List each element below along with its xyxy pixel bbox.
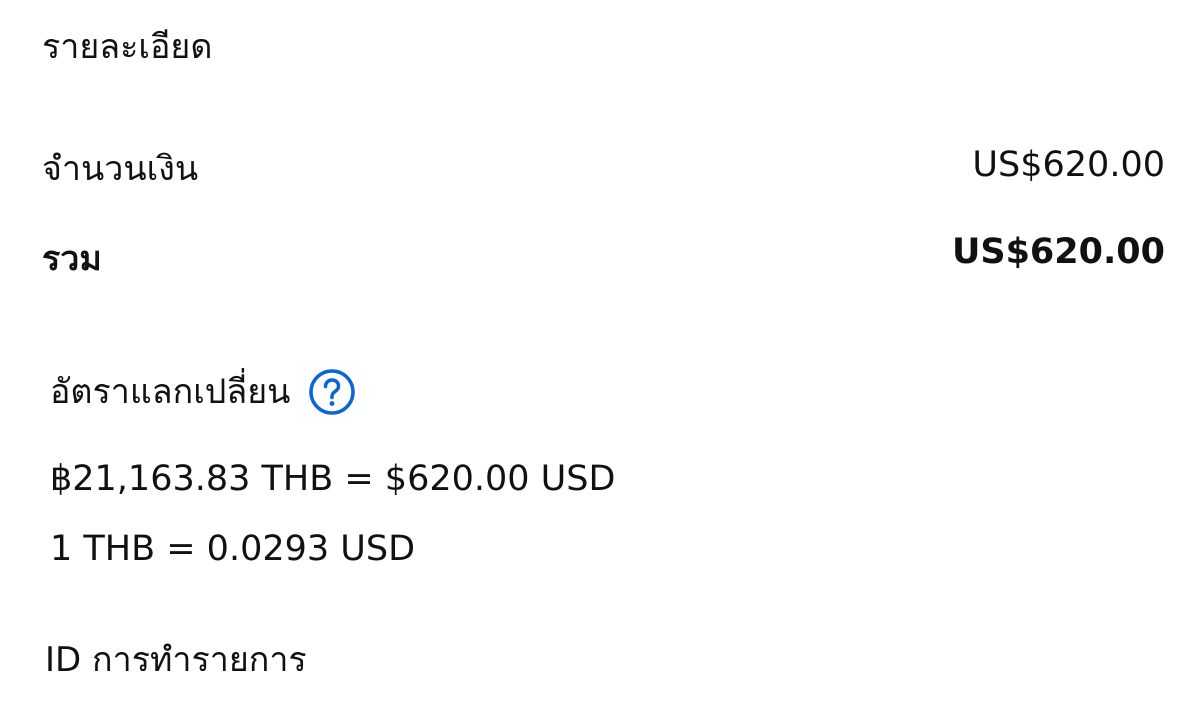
exchange-rate-heading: อัตราแลกเปลี่ยน: [50, 368, 356, 416]
amount-value: US$620.00: [972, 145, 1165, 185]
transaction-id-label: ID การทำรายการ: [45, 640, 307, 680]
exchange-rate-line: 1 THB = 0.0293 USD: [50, 529, 416, 569]
question-circle-icon[interactable]: [308, 368, 356, 416]
conversion-line: ฿21,163.83 THB = $620.00 USD: [50, 459, 616, 499]
amount-label: จำนวนเงิน: [42, 149, 199, 189]
total-value: US$620.00: [951, 232, 1165, 272]
details-title: รายละเอียด: [42, 27, 213, 67]
total-label: รวม: [42, 239, 102, 279]
exchange-rate-label: อัตราแลกเปลี่ยน: [50, 372, 291, 412]
